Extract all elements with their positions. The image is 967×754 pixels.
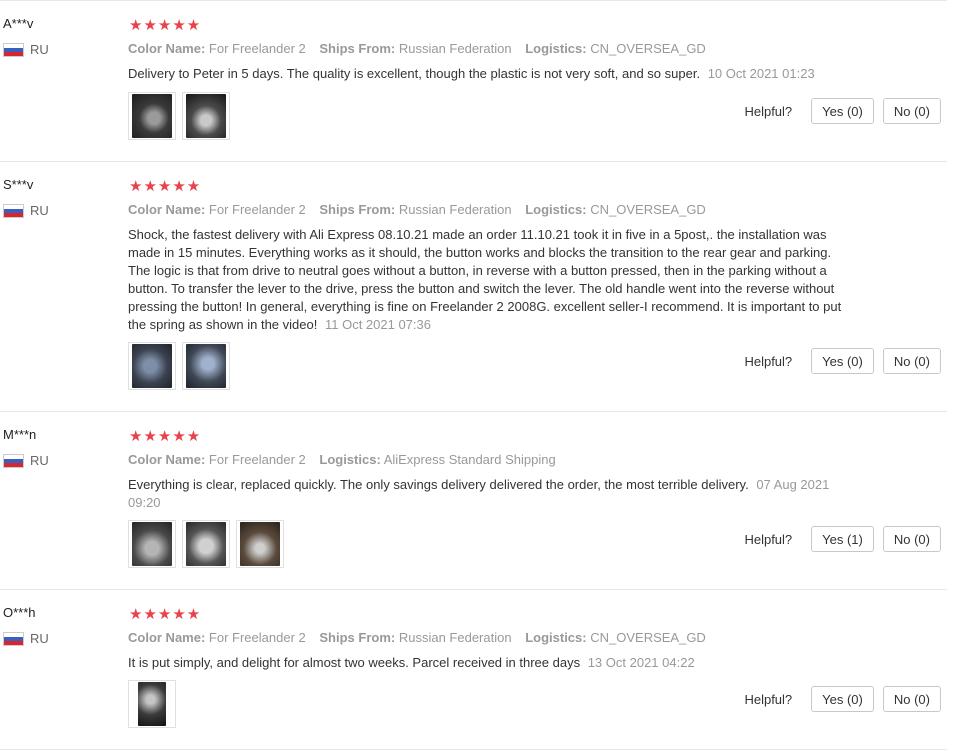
country-code: RU [30,453,49,468]
helpful-vote: Helpful? Yes (0) No (0) [744,686,941,712]
reviewer-country: RU [3,631,49,646]
reviewer-name: M***n [3,427,37,442]
star-rating: ★★★★★ [129,428,202,445]
color-value: For Freelander 2 [208,41,306,56]
reviewer-country: RU [3,203,49,218]
helpful-label: Helpful? [744,531,793,547]
star-rating: ★★★★★ [129,606,202,623]
review-item: O***h RU ★★★★★ Color Name: For Freelande… [0,589,947,750]
logistics-label: Logistics: [525,630,587,645]
russia-flag-icon [3,453,24,468]
review-text: It is put simply, and delight for almost… [128,654,848,672]
helpful-vote: Helpful? Yes (0) No (0) [744,348,941,374]
review-text: Everything is clear, replaced quickly. T… [128,476,848,512]
review-item: S***v RU ★★★★★ Color Name: For Freelande… [0,161,947,412]
russia-flag-icon [3,631,24,646]
review-photo-thumbnail[interactable] [182,342,230,390]
country-code: RU [30,42,49,57]
review-photos [128,520,290,568]
review-attributes: Color Name: For Freelander 2 Ships From:… [128,630,706,645]
review-date: 13 Oct 2021 04:22 [587,655,695,670]
review-item: M***n RU ★★★★★ Color Name: For Freelande… [0,411,947,590]
review-photo-thumbnail[interactable] [128,520,176,568]
logistics-label: Logistics: [319,452,381,467]
review-text: Delivery to Peter in 5 days. The quality… [128,65,848,83]
review-body: Delivery to Peter in 5 days. The quality… [128,66,701,81]
reviewer-name: S***v [3,177,34,192]
review-photo-thumbnail[interactable] [128,92,176,140]
review-photo-thumbnail[interactable] [182,92,230,140]
review-photo-thumbnail[interactable] [182,520,230,568]
reviewer-name: O***h [3,605,36,620]
ships-from-label: Ships From: [319,630,396,645]
russia-flag-icon [3,42,24,57]
helpful-yes-button[interactable]: Yes (0) [811,348,874,374]
star-rating: ★★★★★ [129,178,202,195]
review-item: A***v RU ★★★★★ Color Name: For Freelande… [0,0,947,162]
review-attributes: Color Name: For Freelander 2 Logistics: … [128,452,556,467]
review-text: Shock, the fastest delivery with Ali Exp… [128,226,848,334]
helpful-no-button[interactable]: No (0) [882,348,941,374]
reviewer-country: RU [3,42,49,57]
country-code: RU [30,203,49,218]
logistics-label: Logistics: [525,41,587,56]
color-value: For Freelander 2 [208,630,306,645]
ships-from-value: Russian Federation [398,202,512,217]
ships-from-value: Russian Federation [398,41,512,56]
helpful-yes-button[interactable]: Yes (1) [811,526,874,552]
review-photos [128,92,236,140]
logistics-value: CN_OVERSEA_GD [590,630,706,645]
helpful-no-button[interactable]: No (0) [882,686,941,712]
review-body: Everything is clear, replaced quickly. T… [128,477,749,492]
ships-from-value: Russian Federation [398,630,512,645]
review-attributes: Color Name: For Freelander 2 Ships From:… [128,202,706,217]
review-body: It is put simply, and delight for almost… [128,655,581,670]
star-rating: ★★★★★ [129,17,202,34]
review-photos [128,680,182,728]
review-photo-thumbnail[interactable] [128,680,176,728]
color-value: For Freelander 2 [208,452,306,467]
russia-flag-icon [3,203,24,218]
review-photos [128,342,236,390]
country-code: RU [30,631,49,646]
review-photo-thumbnail[interactable] [128,342,176,390]
reviewer-country: RU [3,453,49,468]
logistics-value: CN_OVERSEA_GD [590,202,706,217]
review-date: 10 Oct 2021 01:23 [707,66,815,81]
helpful-label: Helpful? [744,691,793,707]
color-label: Color Name: [128,202,206,217]
ships-from-label: Ships From: [319,202,396,217]
color-label: Color Name: [128,41,206,56]
helpful-label: Helpful? [744,103,793,119]
reviewer-name: A***v [3,16,34,31]
review-date: 11 Oct 2021 07:36 [324,317,431,332]
logistics-value: CN_OVERSEA_GD [590,41,706,56]
logistics-label: Logistics: [525,202,587,217]
helpful-label: Helpful? [744,353,793,369]
helpful-no-button[interactable]: No (0) [882,98,941,124]
helpful-vote: Helpful? Yes (1) No (0) [744,526,941,552]
review-attributes: Color Name: For Freelander 2 Ships From:… [128,41,706,56]
logistics-value: AliExpress Standard Shipping [383,452,556,467]
helpful-yes-button[interactable]: Yes (0) [811,98,874,124]
ships-from-label: Ships From: [319,41,396,56]
helpful-yes-button[interactable]: Yes (0) [811,686,874,712]
helpful-no-button[interactable]: No (0) [882,526,941,552]
review-photo-thumbnail[interactable] [236,520,284,568]
helpful-vote: Helpful? Yes (0) No (0) [744,98,941,124]
color-value: For Freelander 2 [208,202,306,217]
color-label: Color Name: [128,630,206,645]
review-body: Shock, the fastest delivery with Ali Exp… [128,227,842,332]
color-label: Color Name: [128,452,206,467]
